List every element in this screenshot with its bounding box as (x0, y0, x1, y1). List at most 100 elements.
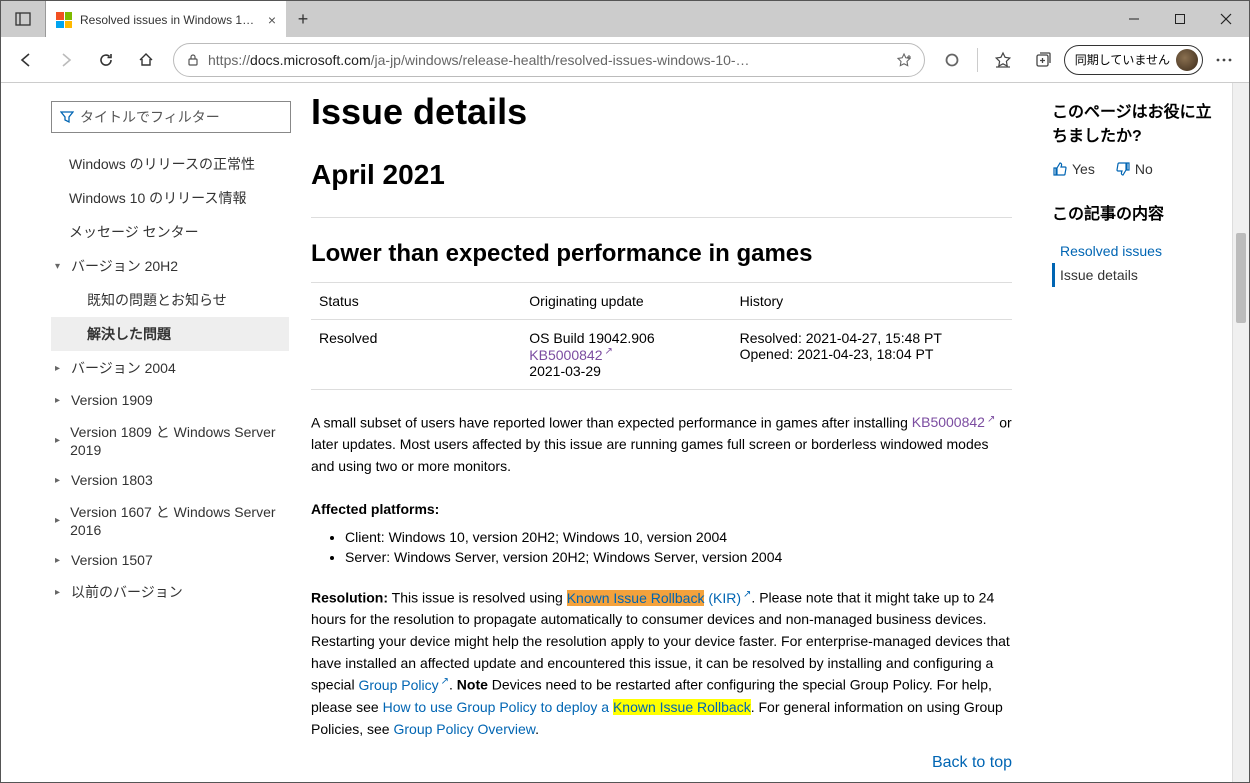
toolbar: https://docs.microsoft.com/ja-jp/windows… (1, 37, 1249, 83)
sidebar-item[interactable]: ▸ Version 1809 と Windows Server 2019 (51, 415, 289, 465)
settings-menu-button[interactable] (1205, 41, 1243, 79)
sidebar-item[interactable]: 解決した問題 (51, 317, 289, 351)
external-link-icon: ↗ (604, 346, 612, 357)
chevron-icon: ▸ (55, 515, 64, 526)
sidebar-item[interactable]: ▸バージョン 2004 (51, 351, 289, 385)
th-history: History (732, 283, 1012, 320)
close-window-button[interactable] (1203, 1, 1249, 37)
group-policy-link[interactable]: Group Policy↗ (358, 677, 449, 693)
scrollbar[interactable] (1232, 83, 1249, 782)
lock-icon (186, 53, 200, 67)
cell-status: Resolved (311, 320, 521, 390)
toc-heading: この記事の内容 (1052, 203, 1222, 227)
filter-icon (60, 110, 74, 124)
chevron-icon: ▸ (55, 435, 64, 446)
sidebar-item[interactable]: 既知の問題とお知らせ (51, 283, 289, 317)
filter-placeholder: タイトルでフィルター (80, 107, 220, 127)
chevron-icon: ▸ (55, 475, 65, 486)
paragraph-summary: A small subset of users have reported lo… (311, 412, 1012, 478)
content-area: タイトルでフィルター Windows のリリースの正常性 Windows 10 の… (1, 83, 1249, 782)
paragraph-resolution: Resolution: This issue is resolved using… (311, 587, 1012, 740)
tab-actions-icon (15, 11, 31, 27)
right-rail: このページはお役に立ちましたか? Yes No この記事の内容 Resolved… (1052, 83, 1232, 782)
extension-circle-icon[interactable] (933, 41, 971, 79)
kb-link[interactable]: KB5000842↗ (529, 347, 613, 363)
minimize-button[interactable] (1111, 1, 1157, 37)
affected-platforms-list: Client: Windows 10, version 20H2; Window… (345, 529, 1012, 565)
sidebar-item-label: Version 1607 と Windows Server 2016 (70, 502, 289, 538)
sidebar-item-label: Version 1507 (71, 552, 153, 568)
issue-title: Lower than expected performance in games (311, 240, 1012, 268)
nav-filter-input[interactable]: タイトルでフィルター (51, 101, 291, 133)
heading-month: April 2021 (311, 159, 1012, 191)
favorite-button[interactable] (896, 52, 912, 68)
sidebar-item[interactable]: Windows のリリースの正常性 (51, 147, 289, 181)
refresh-button[interactable] (87, 41, 125, 79)
cell-os-build: OS Build 19042.906 (529, 330, 723, 346)
external-link-icon: ↗ (441, 676, 449, 687)
table-row: Resolved OS Build 19042.906 KB5000842↗ 2… (311, 320, 1012, 390)
sidebar-item-label: Windows のリリースの正常性 (69, 154, 255, 174)
scrollbar-thumb[interactable] (1236, 233, 1246, 323)
chevron-icon: ▸ (55, 395, 65, 406)
feedback-yes-button[interactable]: Yes (1052, 161, 1095, 177)
titlebar: Resolved issues in Windows 10, v × + (1, 1, 1249, 37)
favicon-microsoft-icon (56, 12, 72, 28)
toc-link-issue-details[interactable]: Issue details (1052, 263, 1222, 287)
left-nav: タイトルでフィルター Windows のリリースの正常性 Windows 10 の… (1, 83, 301, 782)
thumbs-up-icon (1052, 161, 1068, 177)
maximize-button[interactable] (1157, 1, 1203, 37)
chevron-icon: ▸ (55, 363, 65, 374)
affected-platforms-label: Affected platforms: (311, 499, 1012, 521)
issue-meta-table: Status Originating update History Resolv… (311, 282, 1012, 390)
th-origin: Originating update (521, 283, 731, 320)
collections-button[interactable] (1024, 41, 1062, 79)
sidebar-item-label: メッセージ センター (69, 222, 199, 242)
gpo-link[interactable]: Group Policy Overview (393, 721, 535, 737)
sidebar-item-label: バージョン 20H2 (71, 256, 178, 276)
sidebar-item[interactable]: ▸ Version 1507 (51, 545, 289, 575)
window-controls (1111, 1, 1249, 37)
tab-close-button[interactable]: × (268, 12, 276, 28)
thumbs-down-icon (1115, 161, 1131, 177)
helpful-heading: このページはお役に立ちましたか? (1052, 101, 1222, 149)
list-item: Server: Windows Server, version 20H2; Wi… (345, 549, 1012, 565)
chevron-icon: ▸ (55, 555, 65, 566)
avatar (1176, 49, 1198, 71)
sidebar-item[interactable]: ▸ Version 1909 (51, 385, 289, 415)
new-tab-button[interactable]: + (286, 1, 320, 37)
profile-label: 同期していません (1075, 51, 1170, 68)
article-main: Issue details April 2021 Lower than expe… (301, 83, 1052, 782)
cell-resolved: Resolved: 2021-04-27, 15:48 PT (740, 330, 1004, 346)
sidebar-item[interactable]: Windows 10 のリリース情報 (51, 181, 289, 215)
sidebar-item[interactable]: ▾バージョン 20H2 (51, 249, 289, 283)
home-button[interactable] (127, 41, 165, 79)
favorites-button[interactable] (984, 41, 1022, 79)
feedback-no-button[interactable]: No (1115, 161, 1153, 177)
cell-opened: Opened: 2021-04-23, 18:04 PT (740, 346, 1004, 362)
toc: Resolved issues Issue details (1052, 239, 1222, 287)
forward-button[interactable] (47, 41, 85, 79)
sidebar-item-label: Version 1803 (71, 472, 153, 488)
profile-button[interactable]: 同期していません (1064, 45, 1203, 75)
sidebar-item-label: Version 1809 と Windows Server 2019 (70, 422, 289, 458)
list-item: Client: Windows 10, version 20H2; Window… (345, 529, 1012, 545)
sidebar-item-label: Version 1909 (71, 392, 153, 408)
toc-link-resolved[interactable]: Resolved issues (1052, 239, 1222, 263)
back-to-top-link[interactable]: Back to top (932, 754, 1012, 771)
back-button[interactable] (7, 41, 45, 79)
chevron-icon: ▸ (55, 587, 65, 598)
sidebar-item-label: 既知の問題とお知らせ (87, 290, 227, 310)
sidebar-item[interactable]: ▸ Version 1607 と Windows Server 2016 (51, 495, 289, 545)
howto-link[interactable]: How to use Group Policy to deploy a Know… (383, 699, 751, 715)
tab-actions-button[interactable] (1, 1, 46, 37)
tab-title: Resolved issues in Windows 10, v (80, 13, 260, 27)
kir-link[interactable]: Known Issue Rollback (KIR)↗ (567, 590, 752, 606)
address-bar[interactable]: https://docs.microsoft.com/ja-jp/windows… (173, 43, 925, 77)
browser-tab[interactable]: Resolved issues in Windows 10, v × (46, 1, 286, 37)
sidebar-item[interactable]: ▸ 以前のバージョン (51, 575, 289, 609)
kb-link-inline[interactable]: KB5000842↗ (912, 414, 996, 430)
sidebar-item[interactable]: メッセージ センター (51, 215, 289, 249)
sidebar-item-label: 以前のバージョン (71, 582, 183, 602)
sidebar-item[interactable]: ▸ Version 1803 (51, 465, 289, 495)
